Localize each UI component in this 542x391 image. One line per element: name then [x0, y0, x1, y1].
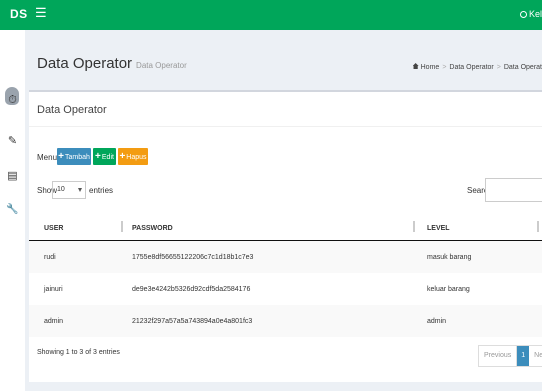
cell-level: masuk barang — [427, 254, 472, 261]
breadcrumb: Home > Data Operator > Data Operat — [412, 63, 542, 71]
table-info: Showing 1 to 3 of 3 entries — [37, 349, 120, 356]
cell-user: admin — [44, 318, 64, 325]
app-logo[interactable]: DS — [10, 7, 28, 21]
cell-password: 1755e8df56655122206c7c1d18b1c7e3 — [132, 254, 254, 261]
previous-page-button[interactable]: Previous — [479, 346, 518, 366]
plus-icon: + — [95, 151, 101, 162]
table-row[interactable]: admin 21232f297a57a5a743894a0e4a801fc3 a… — [29, 305, 542, 337]
cell-level: keluar barang — [427, 286, 470, 293]
hapus-label: Hapus — [126, 154, 147, 161]
column-header-password[interactable]: PASSWORD — [132, 225, 173, 232]
page-1-button[interactable]: 1 — [517, 346, 530, 366]
data-operator-box: Data Operator Menu : +Tambah +Edit +Hapu… — [29, 90, 542, 382]
wrench-icon[interactable]: 🔧 — [0, 204, 25, 215]
box-divider — [29, 126, 542, 127]
document-icon[interactable]: ▤ — [0, 169, 25, 182]
page-length-value: 10 — [57, 186, 65, 193]
dashboard-icon[interactable]: ⏱ — [0, 94, 25, 107]
pagination: Previous 1 Next — [478, 345, 542, 367]
logout-label: Kel — [528, 9, 542, 19]
page-length-select[interactable]: 10 — [52, 181, 86, 199]
search-input[interactable] — [485, 178, 542, 202]
home-icon — [412, 63, 419, 69]
menu-toggle-icon[interactable]: ☰ — [35, 5, 47, 21]
column-header-user[interactable]: USER — [44, 225, 63, 232]
breadcrumb-home[interactable]: Home — [421, 64, 440, 71]
plus-icon: + — [119, 151, 126, 162]
breadcrumb-data-operator[interactable]: Data Operator — [449, 64, 493, 71]
sort-icon[interactable] — [121, 221, 123, 232]
page-title: Data Operator — [37, 55, 133, 72]
cell-password: 21232f297a57a5a743894a0e4a801fc3 — [132, 318, 253, 325]
cell-level: admin — [427, 318, 447, 325]
entries-label: entries — [89, 186, 114, 195]
cell-password: de9e3e4242b5326d92cdf5da2584176 — [132, 286, 251, 293]
column-header-level[interactable]: LEVEL — [427, 225, 450, 232]
edit-label: Edit — [101, 154, 114, 161]
top-navbar: DS ☰ Kel — [0, 0, 542, 30]
tambah-label: Tambah — [64, 154, 90, 161]
logout-button[interactable]: Kel — [519, 9, 542, 19]
power-icon — [519, 11, 527, 18]
edit-button[interactable]: +Edit — [93, 148, 116, 165]
sort-icon[interactable] — [537, 221, 539, 232]
table-row[interactable]: jainuri de9e3e4242b5326d92cdf5da2584176 … — [29, 273, 542, 305]
table-row[interactable]: rudi 1755e8df56655122206c7c1d18b1c7e3 ma… — [29, 241, 542, 273]
caret-down-icon — [78, 188, 82, 192]
next-page-button[interactable]: Next — [529, 346, 542, 366]
hapus-button[interactable]: +Hapus — [118, 148, 148, 165]
cell-user: jainuri — [44, 286, 63, 293]
page-subtitle: Data Operator — [136, 61, 187, 70]
sidebar: ⏱ ✎ ▤ 🔧 — [0, 30, 25, 391]
pencil-icon[interactable]: ✎ — [0, 134, 25, 147]
content-header: Data Operator Data Operator Home > Data Ope… — [37, 55, 542, 79]
box-title: Data Operator — [37, 104, 107, 116]
cell-user: rudi — [44, 254, 56, 261]
tambah-button[interactable]: +Tambah — [57, 148, 91, 165]
plus-icon: + — [58, 151, 64, 162]
sort-icon[interactable] — [413, 221, 415, 232]
breadcrumb-current: Data Operat — [503, 64, 542, 71]
